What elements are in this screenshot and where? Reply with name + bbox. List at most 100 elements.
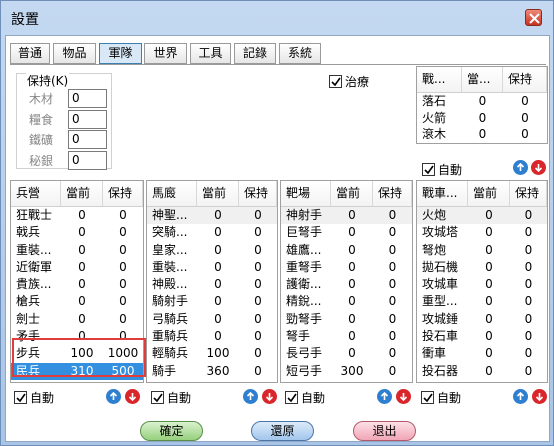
table-row[interactable]: 長弓手 0 0 (281, 345, 412, 362)
table-row[interactable]: 精銳... 0 0 (281, 293, 412, 310)
iron-input[interactable]: 0 (68, 130, 107, 149)
barracks-auto-checkbox[interactable]: 自動 (14, 389, 54, 406)
table-row[interactable]: 巨弩手 0 0 (281, 224, 412, 241)
tab-items[interactable]: 物品 (53, 43, 96, 64)
table-row[interactable]: 重型... 0 0 (417, 293, 547, 310)
table-row[interactable]: 弩炮 0 0 (417, 242, 547, 259)
table-row[interactable]: 貴族... 0 0 (11, 276, 143, 293)
table-row[interactable]: 弩手 0 0 (281, 328, 412, 345)
barracks-auto-label: 自動 (30, 391, 55, 405)
tower-col-name[interactable]: 戰... (417, 67, 462, 92)
exit-button[interactable]: 退出 (353, 421, 416, 441)
wood-input[interactable]: 0 (68, 89, 107, 108)
stable-move-down-button[interactable] (262, 389, 277, 404)
table-row[interactable]: 弓騎兵 0 0 (147, 311, 277, 328)
table-row[interactable]: 火炮 0 0 (417, 207, 547, 225)
table-row[interactable]: 槍兵 0 0 (11, 293, 143, 310)
table-row[interactable]: 皇家... 0 0 (147, 242, 277, 259)
tower-move-down-button[interactable] (531, 160, 546, 175)
table-row[interactable]: 重弩手 0 0 (281, 259, 412, 276)
tab-army[interactable]: 軍隊 (99, 43, 142, 64)
range-auto-checkbox[interactable]: 自動 (285, 389, 325, 406)
heal-checkbox[interactable]: 治療 (329, 73, 369, 90)
range-move-down-button[interactable] (396, 389, 411, 404)
barracks-col-keep[interactable]: 保持 (103, 181, 143, 206)
range-col-keep[interactable]: 保持 (373, 181, 412, 206)
table-row[interactable]: 劍士 0 0 (11, 311, 143, 328)
table-row[interactable]: 短弓手 300 0 (281, 363, 412, 380)
table-row[interactable]: 突騎... 0 0 (147, 224, 277, 241)
tab-general[interactable]: 普通 (10, 43, 50, 64)
table-row[interactable]: 勁弩手 0 0 (281, 311, 412, 328)
stable-move-up-button[interactable] (243, 389, 258, 404)
tab-system[interactable]: 系統 (279, 43, 321, 64)
table-row[interactable]: 火箭 0 0 (417, 110, 547, 127)
range-auto-box[interactable] (285, 391, 298, 404)
barracks-move-up-button[interactable] (106, 389, 121, 404)
table-row[interactable]: 雄鷹... 0 0 (281, 242, 412, 259)
table-row[interactable]: 近衛軍 0 0 (11, 259, 143, 276)
table-row[interactable]: 衝車 0 0 (417, 345, 547, 362)
table-row[interactable]: 滾木 0 0 (417, 126, 547, 143)
tab-world[interactable]: 世界 (144, 43, 187, 64)
table-row[interactable]: 攻城車 0 0 (417, 276, 547, 293)
stable-col-name[interactable]: 馬廄 (147, 181, 197, 206)
siege-auto-checkbox[interactable]: 自動 (421, 389, 461, 406)
close-button[interactable] (525, 9, 542, 26)
table-row[interactable]: 狂戰士 0 0 (11, 207, 143, 224)
table-row[interactable]: 攻城錘 0 0 (417, 311, 547, 328)
siege-move-down-button[interactable] (532, 389, 547, 404)
barracks-move-down-button[interactable] (125, 389, 140, 404)
food-input[interactable]: 0 (68, 110, 107, 129)
table-row[interactable]: 神聖... 0 0 (147, 207, 277, 225)
range-col-current[interactable]: 當前 (331, 181, 373, 206)
range-panel[interactable]: 靶場 當前 保持 神射手 0 0 巨弩手 0 0 雄鷹... 0 0 重弩手 0 0 護衛... 0 0 精銳… (280, 180, 413, 383)
siege-move-up-button[interactable] (513, 389, 528, 404)
tower-move-up-button[interactable] (513, 160, 528, 175)
reset-button[interactable]: 還原 (251, 421, 314, 441)
table-row[interactable]: 攻城塔 0 0 (417, 224, 547, 241)
siege-col-current[interactable]: 當前 (468, 181, 510, 206)
table-row[interactable]: 騎手 360 0 (147, 363, 277, 380)
tower-col-current[interactable]: 當... (462, 67, 503, 92)
stable-col-keep[interactable]: 保持 (239, 181, 277, 206)
stable-auto-box[interactable] (151, 391, 164, 404)
table-row[interactable]: 重裝... 0 0 (11, 242, 143, 259)
siege-col-name[interactable]: 戰車... (417, 181, 468, 206)
table-row[interactable]: 投石器 0 0 (417, 363, 547, 380)
range-move-up-button[interactable] (377, 389, 392, 404)
table-row[interactable]: 投石車 0 0 (417, 328, 547, 345)
mithril-input[interactable]: 0 (68, 151, 107, 170)
range-col-name[interactable]: 靶場 (281, 181, 331, 206)
table-row[interactable]: 落石 0 0 (417, 93, 547, 110)
cell-current: 0 (348, 225, 356, 240)
table-row[interactable]: 戟兵 0 0 (11, 224, 143, 241)
table-row[interactable]: 重騎兵 0 0 (147, 328, 277, 345)
barracks-col-current[interactable]: 當前 (61, 181, 103, 206)
ok-button[interactable]: 確定 (140, 421, 203, 441)
stable-panel[interactable]: 馬廄 當前 保持 神聖... 0 0 突騎... 0 0 皇家... 0 0 重裝... 0 0 神殿.… (146, 180, 278, 383)
tower-auto-checkbox[interactable]: 自動 (422, 161, 462, 178)
barracks-auto-box[interactable] (14, 391, 27, 404)
table-row[interactable]: 騎射手 0 0 (147, 293, 277, 310)
table-row[interactable]: 拋石機 0 0 (417, 259, 547, 276)
table-row[interactable]: 重裝... 0 0 (147, 259, 277, 276)
tab-tools[interactable]: 工具 (190, 43, 231, 64)
table-row[interactable]: 輕騎兵 100 0 (147, 345, 277, 362)
stable-col-current[interactable]: 當前 (197, 181, 239, 206)
heal-checkbox-box[interactable] (329, 75, 342, 88)
siege-panel[interactable]: 戰車... 當前 保持 火炮 0 0 攻城塔 0 0 弩炮 0 0 拋石機 0 0 攻城車 0 0 重型...… (416, 180, 548, 383)
tower-panel[interactable]: 戰... 當... 保持 落石 0 0 火箭 0 0 滾木 0 0 (416, 66, 548, 144)
title-bar[interactable]: 設置 (1, 1, 553, 35)
barracks-col-name[interactable]: 兵營 (11, 181, 61, 206)
cell-current: 0 (348, 259, 356, 274)
tab-log[interactable]: 記錄 (234, 43, 276, 64)
stable-auto-checkbox[interactable]: 自動 (151, 389, 191, 406)
table-row[interactable]: 護衛... 0 0 (281, 276, 412, 293)
siege-col-keep[interactable]: 保持 (510, 181, 547, 206)
tower-col-keep[interactable]: 保持 (503, 67, 547, 92)
table-row[interactable]: 神射手 0 0 (281, 207, 412, 225)
tower-auto-box[interactable] (422, 163, 435, 176)
table-row[interactable]: 神殿... 0 0 (147, 276, 277, 293)
siege-auto-box[interactable] (421, 391, 434, 404)
